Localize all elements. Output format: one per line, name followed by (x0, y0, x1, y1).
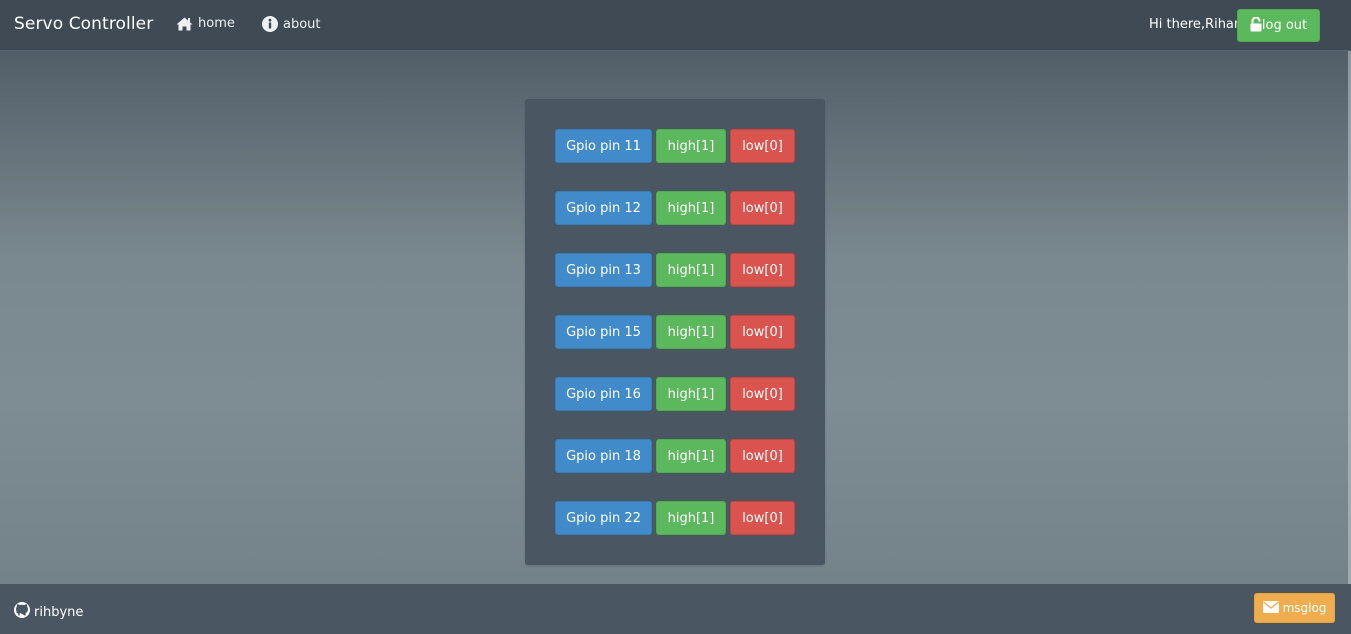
github-icon (14, 602, 30, 622)
envelope-icon (1262, 600, 1279, 616)
nav-about-link[interactable]: about (262, 16, 321, 32)
low-button[interactable]: low[0] (730, 315, 795, 349)
high-button[interactable]: high[1] (656, 439, 726, 473)
low-button[interactable]: low[0] (730, 129, 795, 163)
pin-row: Gpio pin 15 high[1] low[0] (555, 315, 795, 349)
nav-home-label: home (198, 16, 235, 31)
pin-row: Gpio pin 22 high[1] low[0] (555, 501, 795, 535)
pin-row: Gpio pin 18 high[1] low[0] (555, 439, 795, 473)
gpio-pin-button[interactable]: Gpio pin 15 (555, 315, 652, 349)
github-link[interactable]: rihbyne (14, 602, 83, 622)
low-button[interactable]: low[0] (730, 253, 795, 287)
high-button[interactable]: high[1] (656, 377, 726, 411)
high-button[interactable]: high[1] (656, 191, 726, 225)
high-button[interactable]: high[1] (656, 253, 726, 287)
github-username: rihbyne (34, 604, 84, 620)
gpio-pin-button[interactable]: Gpio pin 13 (555, 253, 652, 287)
gpio-pin-button[interactable]: Gpio pin 16 (555, 377, 652, 411)
nav-home-link[interactable]: home (176, 16, 235, 31)
msglog-button[interactable]: msglog (1254, 593, 1335, 623)
gpio-control-panel: Gpio pin 11 high[1] low[0] Gpio pin 12 h… (525, 99, 825, 565)
home-icon (176, 17, 193, 31)
page-footer: rihbyne msglog (0, 584, 1351, 634)
gpio-pin-button[interactable]: Gpio pin 22 (555, 501, 652, 535)
low-button[interactable]: low[0] (730, 377, 795, 411)
low-button[interactable]: low[0] (730, 191, 795, 225)
high-button[interactable]: high[1] (656, 501, 726, 535)
pin-row: Gpio pin 13 high[1] low[0] (555, 253, 795, 287)
gpio-pin-button[interactable]: Gpio pin 11 (555, 129, 652, 163)
high-button[interactable]: high[1] (656, 315, 726, 349)
pin-row: Gpio pin 12 high[1] low[0] (555, 191, 795, 225)
info-icon (262, 16, 278, 32)
nav-about-label: about (283, 16, 321, 32)
top-navbar: Servo Controller home about Hi there,Rih… (0, 0, 1351, 51)
brand-title[interactable]: Servo Controller (14, 14, 153, 34)
gpio-pin-button[interactable]: Gpio pin 18 (555, 439, 652, 473)
gpio-pin-button[interactable]: Gpio pin 12 (555, 191, 652, 225)
msglog-label: msglog (1282, 601, 1327, 615)
pin-row: Gpio pin 11 high[1] low[0] (555, 129, 795, 163)
low-button[interactable]: low[0] (730, 439, 795, 473)
high-button[interactable]: high[1] (656, 129, 726, 163)
unlock-icon (1250, 16, 1262, 36)
low-button[interactable]: low[0] (730, 501, 795, 535)
pin-row: Gpio pin 16 high[1] low[0] (555, 377, 795, 411)
logout-button[interactable]: log out (1237, 9, 1320, 42)
user-greeting: Hi there,Rihan (1149, 17, 1243, 32)
